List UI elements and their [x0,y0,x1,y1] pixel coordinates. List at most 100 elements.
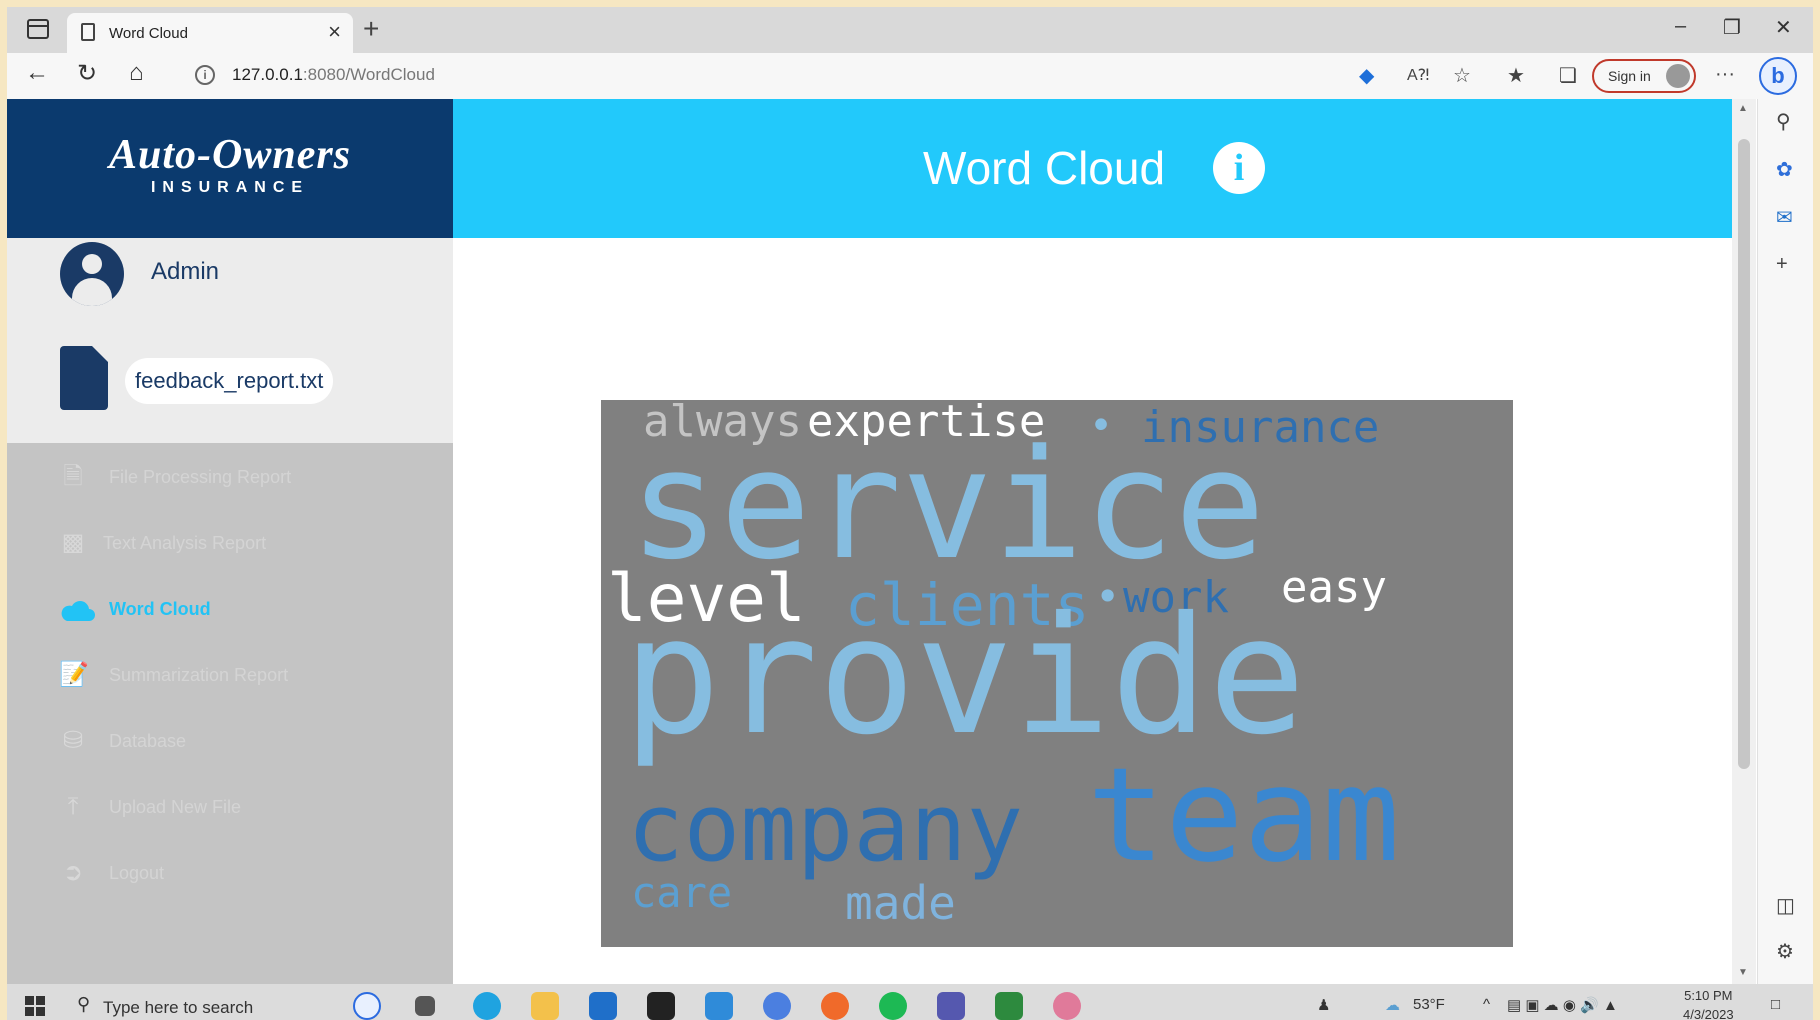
taskbar-search-input[interactable]: ⚲ Type here to search [71,990,301,1020]
browser-sidebar: ⚲ ✿ ✉ + ◫ ⚙ [1757,99,1813,984]
chrome-icon[interactable] [763,992,791,1020]
settings-gear-icon[interactable]: ⚙ [1776,939,1794,964]
database-icon: ⛁ [62,727,84,754]
scroll-down-icon[interactable]: ▼ [1738,967,1748,978]
menu-label: Word Cloud [109,599,211,619]
title-bar: Word Cloud × + – ❐ ✕ [7,7,1813,53]
menu-item-summarization-report[interactable]: 📝 Summarization Report [59,655,439,695]
weather-icon[interactable]: ☁ [1385,996,1400,1014]
file-explorer-icon[interactable] [531,992,559,1020]
people-icon[interactable]: ♟ [1317,996,1330,1014]
logo-subtext: INSURANCE [150,179,310,196]
user-name: Admin [151,258,220,285]
new-tab-button[interactable]: + [363,13,379,45]
back-button[interactable]: ← [25,59,49,87]
url-path: :8080/WordCloud [302,65,435,84]
more-menu-icon[interactable]: ··· [1715,63,1735,86]
bing-chat-icon[interactable]: b [1759,57,1797,95]
tab-close-icon[interactable]: × [328,19,341,45]
add-app-icon[interactable]: + [1776,253,1788,276]
sign-in-label: Sign in [1608,68,1651,84]
task-view-icon[interactable] [415,996,435,1016]
notification-icon[interactable]: □ [1771,996,1780,1013]
edge-icon[interactable] [473,992,501,1020]
spotify-icon[interactable] [879,992,907,1020]
pycharm-icon[interactable] [995,992,1023,1020]
file-icon [60,346,108,410]
mail-icon[interactable] [705,992,733,1020]
page-scrollbar[interactable]: ▲ ▼ [1732,99,1756,984]
word: service [629,417,1266,593]
menu-item-logout[interactable]: ➲ Logout [59,853,439,893]
word: care [631,868,733,917]
logo-text: Auto-Owners [108,132,352,178]
collections-icon[interactable]: ❏ [1559,63,1577,88]
menu-label: Text Analysis Report [103,533,267,553]
teams-icon[interactable] [937,992,965,1020]
bing-taskbar-icon[interactable] [353,992,381,1020]
refresh-button[interactable]: ↻ [77,59,97,88]
menu-item-database[interactable]: ⛁ Database [59,721,439,761]
profile-avatar-icon [1666,64,1690,88]
tab-title: Word Cloud [109,25,188,42]
sign-in-button[interactable]: Sign in [1592,59,1696,93]
logout-icon: ➲ [62,859,84,886]
profile-panel: Admin feedback_report.txt [7,238,453,443]
menu-item-upload-new-file[interactable]: ⤒ Upload New File [59,787,439,827]
menu-label: File Processing Report [109,467,292,487]
close-window-button[interactable]: ✕ [1775,15,1792,40]
os-taskbar: ⚲ Type here to search ♟ ☁ 53°F ^ ▤ ▣ ☁ ◉… [7,984,1813,1020]
favorites-icon[interactable]: ★ [1507,63,1525,88]
word: company [627,774,1024,883]
sidebar-toggle-icon[interactable]: ◫ [1776,893,1795,918]
menu-label: Summarization Report [109,665,289,685]
system-clock[interactable]: 5:10 PM 4/3/2023 [1683,986,1734,1020]
store-icon[interactable] [589,992,617,1020]
upload-icon: ⤒ [67,793,79,820]
add-favorite-icon[interactable]: ☆ [1453,63,1471,88]
page-header: Word Cloud i [453,99,1732,238]
menu-item-file-processing-report[interactable]: 🗎 File Processing Report [59,457,439,497]
page-icon [81,23,95,41]
bar-chart-icon: ▩ [61,529,85,556]
info-icon[interactable]: i [1213,142,1265,194]
menu-label: Database [109,731,187,751]
scroll-thumb[interactable] [1738,139,1750,769]
snipping-tool-icon[interactable] [1053,992,1081,1020]
shopping-icon[interactable]: ✿ [1776,157,1793,182]
browser-tab[interactable]: Word Cloud × [67,13,353,53]
browser-window: Word Cloud × + – ❐ ✕ ← ↻ ⌂ i 127.0.0.1:8… [7,7,1813,1020]
site-info-icon[interactable]: i [195,65,215,85]
tab-actions-icon[interactable] [27,19,49,39]
outlook-icon[interactable]: ✉ [1776,205,1793,230]
firefox-icon[interactable] [821,992,849,1020]
weather-temp[interactable]: 53°F [1413,996,1445,1013]
menu-label: Logout [109,863,165,883]
sidebar-menu: 🗎 File Processing Report ▩ Text Analysis… [7,443,453,984]
word: provide [623,583,1306,771]
word: team [1087,739,1401,891]
company-logo: Auto-Owners INSURANCE [7,99,453,238]
read-aloud-icon[interactable]: A⁈ [1407,65,1429,85]
tray-icons[interactable]: ▤ ▣ ☁ ◉ 🔊 ▲ [1507,996,1618,1014]
windows-start-icon[interactable] [25,996,45,1016]
url-host: 127.0.0.1 [232,65,303,84]
file-processing-icon: 🗎 [63,463,83,490]
address-bar[interactable]: 127.0.0.1:8080/WordCloud [232,65,435,85]
app-icon[interactable] [647,992,675,1020]
menu-item-text-analysis-report[interactable]: ▩ Text Analysis Report [59,523,439,563]
user-avatar-icon [60,242,124,306]
page-title: Word Cloud [923,142,1166,194]
menu-label: Upload New File [109,797,242,817]
clock-date: 4/3/2023 [1683,1007,1734,1020]
scroll-up-icon[interactable]: ▲ [1738,103,1748,114]
home-button[interactable]: ⌂ [129,59,144,87]
tag-icon[interactable]: ◆ [1359,63,1374,88]
chevron-up-icon[interactable]: ^ [1483,996,1490,1013]
restore-button[interactable]: ❐ [1723,15,1741,40]
search-placeholder: Type here to search [103,998,254,1017]
search-icon[interactable]: ⚲ [1776,109,1791,134]
minimize-button[interactable]: – [1675,15,1686,38]
menu-item-word-cloud[interactable]: Word Cloud [59,589,439,629]
file-edit-icon: 📝 [59,661,89,688]
